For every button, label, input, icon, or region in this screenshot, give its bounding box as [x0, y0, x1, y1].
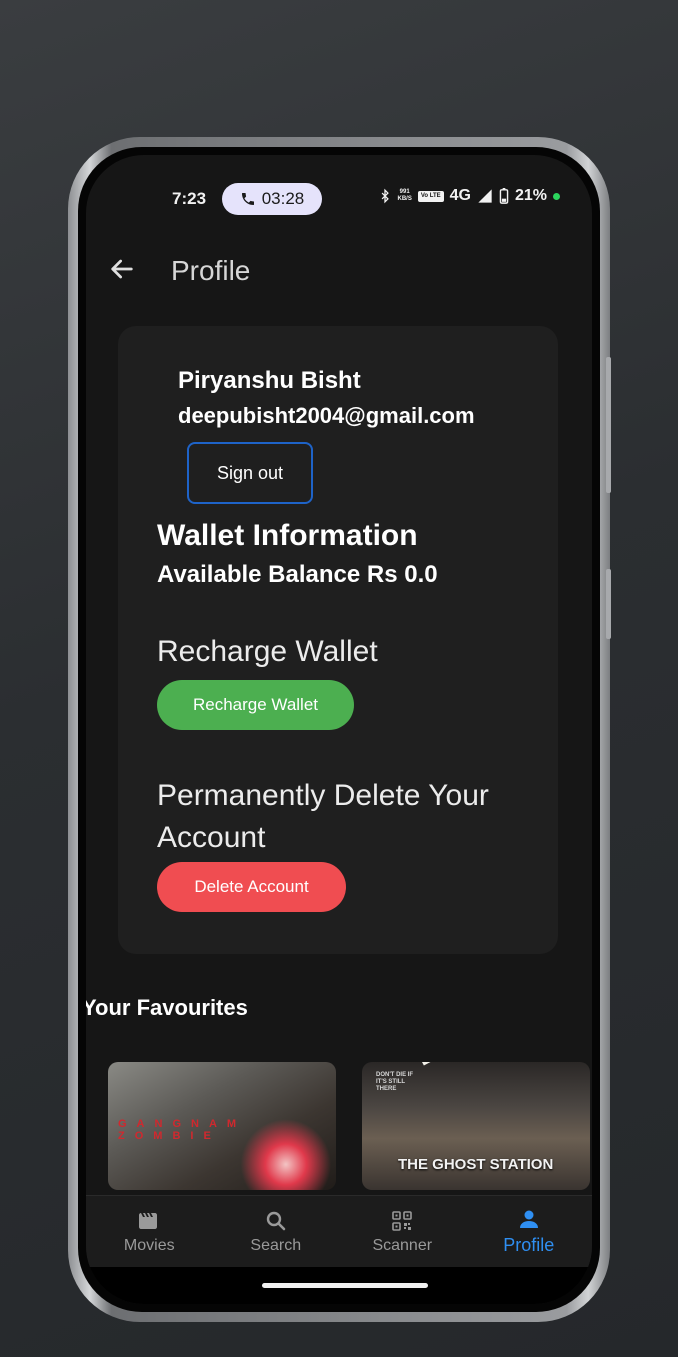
nav-item-scanner[interactable]: Scanner: [339, 1196, 466, 1267]
battery-percent: 21%: [514, 187, 547, 204]
favourites-title: Your Favourites: [86, 995, 248, 1020]
phone-frame: 7:23 03:28 991 KB/S Vo LTE 4G 21% Profil…: [68, 137, 611, 1322]
poster-light-streak: [422, 1062, 566, 1066]
clapperboard-icon: [139, 1212, 158, 1229]
favourite-poster-2[interactable]: DON'T DIE IF IT'S STILL THERE THE GHOST …: [362, 1062, 590, 1190]
delete-account-heading: Permanently Delete Your Account: [157, 779, 489, 854]
nav-label-movies: Movies: [123, 1236, 175, 1254]
phone-bezel: 7:23 03:28 991 KB/S Vo LTE 4G 21% Profil…: [78, 147, 600, 1312]
volume-button: [606, 357, 611, 493]
battery-icon: [499, 188, 509, 204]
qr-code-icon: [392, 1210, 413, 1231]
nav-label-scanner: Scanner: [372, 1236, 433, 1254]
user-name: Piryanshu Bisht: [178, 367, 361, 394]
wallet-title: Wallet Information: [157, 519, 418, 552]
favourite-poster-1[interactable]: GANGNAM ZOMBIE: [108, 1062, 336, 1190]
page-title: Profile: [171, 255, 251, 286]
nav-label-profile: Profile: [503, 1235, 555, 1255]
power-button: [606, 569, 611, 639]
screen: 7:23 03:28 991 KB/S Vo LTE 4G 21% Profil…: [86, 155, 592, 1304]
user-email: deepubisht2004@gmail.com: [178, 403, 475, 428]
call-timer: 03:28: [261, 189, 305, 208]
ongoing-call-pill[interactable]: 03:28: [222, 183, 322, 215]
status-time: 7:23: [172, 189, 207, 208]
search-icon: [266, 1211, 286, 1230]
volte-badge: Vo LTE: [417, 190, 444, 202]
arrow-left-icon[interactable]: [106, 253, 138, 285]
nav-label-search: Search: [250, 1236, 302, 1254]
bottom-navigation: Movies Search Scanner Profile: [86, 1195, 592, 1267]
delete-account-button[interactable]: Delete Account: [157, 862, 346, 912]
data-speed-unit: KB/S: [397, 196, 412, 202]
data-speed-value: 991: [399, 189, 410, 195]
wallet-balance: Available Balance Rs 0.0: [157, 561, 438, 588]
home-indicator[interactable]: [262, 1283, 428, 1288]
person-icon: [519, 1210, 538, 1228]
status-indicators: 991 KB/S Vo LTE 4G 21%: [378, 187, 560, 205]
poster-tagline: DON'T DIE IF IT'S STILL THERE: [376, 1072, 414, 1092]
recharge-heading: Recharge Wallet: [157, 635, 378, 668]
sign-out-button[interactable]: Sign out: [187, 442, 313, 504]
recharge-wallet-button[interactable]: Recharge Wallet: [157, 680, 354, 730]
nav-item-search[interactable]: Search: [213, 1196, 340, 1267]
nav-item-profile[interactable]: Profile: [466, 1196, 593, 1267]
poster-title-text: THE GHOST STATION: [398, 1156, 554, 1173]
network-type: 4G: [449, 187, 471, 204]
phone-icon: [241, 193, 254, 205]
data-speed: 991 KB/S: [398, 189, 412, 203]
poster-title-text: GANGNAM ZOMBIE: [118, 1118, 247, 1142]
signal-icon: [478, 189, 492, 203]
bluetooth-icon: [381, 188, 389, 204]
nav-item-movies[interactable]: Movies: [86, 1196, 213, 1267]
status-bar: 7:23 03:28 991 KB/S Vo LTE 4G 21%: [86, 155, 592, 229]
privacy-dot: [553, 192, 560, 200]
